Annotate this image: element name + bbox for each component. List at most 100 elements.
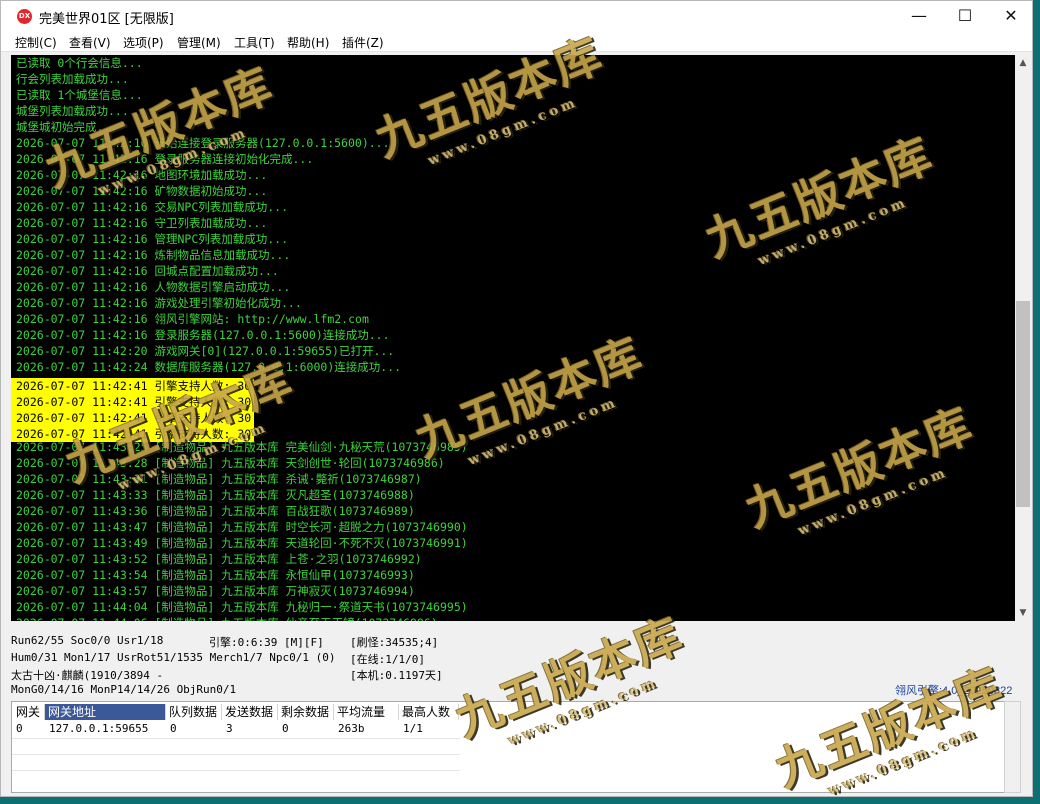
log-line: 2026-07-07 11:43:57 [制造物品] 九五版本库 万神寂灭(10… [11,583,1015,599]
cell-max-users: 1/1 [403,722,423,735]
menu-help[interactable]: 帮助(H) [287,34,329,51]
cell-remain: 0 [282,722,289,735]
menu-plugins[interactable]: 插件(Z) [342,34,384,51]
log-line: 2026-07-07 11:42:41 引擎支持人数: 30 [11,391,1015,410]
app-icon: DX [17,9,32,24]
log-line-text: 已读取 0个行会信息... [16,56,143,70]
maximize-button[interactable]: ☐ [942,1,988,31]
log-line: 2026-07-07 11:42:16 炼制物品信息加载成功... [11,247,1015,263]
log-line-text: 2026-07-07 11:42:16 人物数据引擎启动成功... [16,280,291,294]
log-line: 2026-07-07 11:43:47 [制造物品] 九五版本库 时空长河·超脱… [11,519,1015,535]
log-line: 2026-07-07 11:43:33 [制造物品] 九五版本库 灭凡超圣(10… [11,487,1015,503]
log-line: 2026-07-07 11:42:16 管理NPC列表加载成功... [11,231,1015,247]
log-line-text: 2026-07-07 11:42:16 矿物数据初始成功... [16,184,268,198]
log-line-text: 已读取 1个城堡信息... [16,88,143,102]
close-icon: ✕ [1004,6,1018,25]
log-line-text: 2026-07-07 11:43:49 [制造物品] 九五版本库 天道轮回·不死… [16,536,468,550]
log-line-text: 2026-07-07 11:42:16 炼制物品信息加载成功... [16,248,291,262]
log-line: 2026-07-07 11:42:24 数据库服务器(127.0.0.1:600… [11,359,1015,375]
log-line: 2026-07-07 11:42:20 游戏网关[0](127.0.0.1:59… [11,343,1015,359]
log-line: 城堡列表加载成功... [11,103,1015,119]
log-line: 2026-07-07 11:42:16 登录服务器连接初始化完成... [11,151,1015,167]
log-line-text: 2026-07-07 11:42:16 登录服务器(127.0.0.1:5600… [16,328,390,342]
status-hum: Hum0/31 Mon1/17 UsrRot51/1535 Merch1/7 N… [11,651,336,664]
log-line: 2026-07-07 11:42:16 翎风引擎网站: http://www.l… [11,311,1015,327]
title-bar[interactable]: DX 完美世界01区 [无限版] — ☐ ✕ [1,1,1032,31]
col-gateway-address[interactable]: 网关地址 [45,704,166,720]
log-line: 2026-07-07 11:43:25 [制造物品] 九五版本库 完美仙剑·九秘… [11,439,1015,455]
col-avg-flow[interactable]: 平均流量 [334,704,399,720]
log-line-text: 2026-07-07 11:42:16 开始连接登录服务器(127.0.0.1:… [16,136,390,150]
log-line-text: 2026-07-07 11:43:33 [制造物品] 九五版本库 灭凡超圣(10… [16,488,415,502]
window-title: 完美世界01区 [无限版] [39,12,174,27]
col-max-users[interactable]: 最高人数 [399,704,459,720]
log-line-text: 2026-07-07 11:43:31 [制造物品] 九五版本库 杀诫·斃祈(1… [16,472,422,486]
log-line: 2026-07-07 11:43:28 [制造物品] 九五版本库 天剑创世·轮回… [11,455,1015,471]
status-boss: 太古十凶·麒麟(1910/3894 - [11,669,164,682]
status-panel: Run62/55 Soc0/0 Usr1/18 引擎:0:6:39 [M][F]… [11,632,1023,700]
log-line-text: 2026-07-07 11:43:57 [制造物品] 九五版本库 万神寂灭(10… [16,584,415,598]
server-log[interactable]: 已读取 0个行会信息... 行会列表加载成功... 已读取 1个城堡信息... 城堡列… [11,55,1015,621]
grid-line [12,738,460,739]
log-line-text: 2026-07-07 11:42:16 回城点配置加载成功... [16,264,279,278]
log-scrollbar[interactable]: ▲ ▼ [1015,55,1031,621]
log-line: 2026-07-07 11:43:36 [制造物品] 九五版本库 百战狂歌(10… [11,503,1015,519]
log-line: 2026-07-07 11:42:16 人物数据引擎启动成功... [11,279,1015,295]
log-line: 2026-07-07 11:42:41 引擎支持人数: 30 [11,423,1015,442]
status-refresh: [刷怪:34535;4] [350,636,439,649]
log-line: 行会列表加载成功... [11,71,1015,87]
log-line: 2026-07-07 11:42:16 守卫列表加载成功... [11,215,1015,231]
log-line-text: 2026-07-07 11:43:28 [制造物品] 九五版本库 天剑创世·轮回… [16,456,445,470]
maximize-icon: ☐ [957,6,973,25]
menu-control[interactable]: 控制(C) [15,34,57,51]
grid-line [12,770,460,771]
minimize-button[interactable]: — [896,1,942,31]
scroll-thumb[interactable] [1016,301,1030,507]
log-line: 2026-07-07 11:42:16 地图环境加载成功... [11,167,1015,183]
log-line: 2026-07-07 11:42:16 回城点配置加载成功... [11,263,1015,279]
log-line: 2026-07-07 11:44:04 [制造物品] 九五版本库 九秘归一·祭道… [11,599,1015,615]
log-line: 城堡城初始完成... [11,119,1015,135]
col-gateway[interactable]: 网关 [13,704,45,720]
log-line: 2026-07-07 11:42:41 引擎支持人数: 30 [11,375,1015,394]
cell-avg-flow: 263b [338,722,365,735]
log-line-text: 2026-07-07 11:43:52 [制造物品] 九五版本库 上苍·之羽(1… [16,552,422,566]
log-line: 2026-07-07 11:42:16 交易NPC列表加载成功... [11,199,1015,215]
log-line: 2026-07-07 11:43:54 [制造物品] 九五版本库 永恒仙甲(10… [11,567,1015,583]
cell-address: 127.0.0.1:59655 [49,722,149,735]
gateway-table[interactable]: 网关 网关地址 队列数据 发送数据 剩余数据 平均流量 最高人数 0 127.0… [11,701,1015,793]
close-button[interactable]: ✕ [988,1,1032,31]
log-line-text: 城堡城初始完成... [16,120,118,134]
menu-manage[interactable]: 管理(M) [177,34,221,51]
menu-options[interactable]: 选项(P) [123,34,164,51]
menu-bar: 控制(C) 查看(V) 选项(P) 管理(M) 工具(T) 帮助(H) 插件(Z… [1,31,1032,52]
engine-version: 翎风引擎:4.0_20250322 [895,685,1013,697]
col-sent[interactable]: 发送数据 [222,704,278,720]
log-line-text: 2026-07-07 11:42:16 翎风引擎网站: http://www.l… [16,312,369,326]
cell-queue: 0 [170,722,177,735]
log-line-text: 2026-07-07 11:42:16 登录服务器连接初始化完成... [16,152,314,166]
log-line-text: 2026-07-07 11:42:16 交易NPC列表加载成功... [16,200,289,214]
col-remain[interactable]: 剩余数据 [278,704,334,720]
log-line-text: 2026-07-07 11:44:04 [制造物品] 九五版本库 九秘归一·祭道… [16,600,468,614]
gateway-scrollbar[interactable] [1004,701,1021,793]
log-line: 已读取 1个城堡信息... [11,87,1015,103]
log-line: 2026-07-07 11:42:16 矿物数据初始成功... [11,183,1015,199]
log-line: 2026-07-07 11:44:06 [制造物品] 九五版本库 仙帝至天王镜(… [11,615,1015,621]
menu-tools[interactable]: 工具(T) [234,34,275,51]
status-mon: MonG0/14/16 MonP14/14/26 ObjRun0/1 [11,683,237,696]
log-line-text: 2026-07-07 11:43:54 [制造物品] 九五版本库 永恒仙甲(10… [16,568,415,582]
col-queue[interactable]: 队列数据 [166,704,222,720]
log-line-text: 2026-07-07 11:43:36 [制造物品] 九五版本库 百战狂歌(10… [16,504,415,518]
log-line: 2026-07-07 11:43:31 [制造物品] 九五版本库 杀诫·斃祈(1… [11,471,1015,487]
menu-view[interactable]: 查看(V) [69,34,111,51]
cell-sent: 3 [226,722,233,735]
minimize-icon: — [911,6,927,25]
scroll-down-icon[interactable]: ▼ [1015,605,1031,621]
log-line-text: 2026-07-07 11:42:16 地图环境加载成功... [16,168,268,182]
scroll-up-icon[interactable]: ▲ [1015,55,1031,71]
log-line-text: 2026-07-07 11:42:16 游戏处理引擎初始化成功... [16,296,302,310]
log-line-text: 城堡列表加载成功... [16,104,129,118]
main-window: DX 完美世界01区 [无限版] — ☐ ✕ 控制(C) 查看(V) 选项(P)… [0,0,1033,797]
status-engine-time: 引擎:0:6:39 [M][F] [209,636,324,649]
